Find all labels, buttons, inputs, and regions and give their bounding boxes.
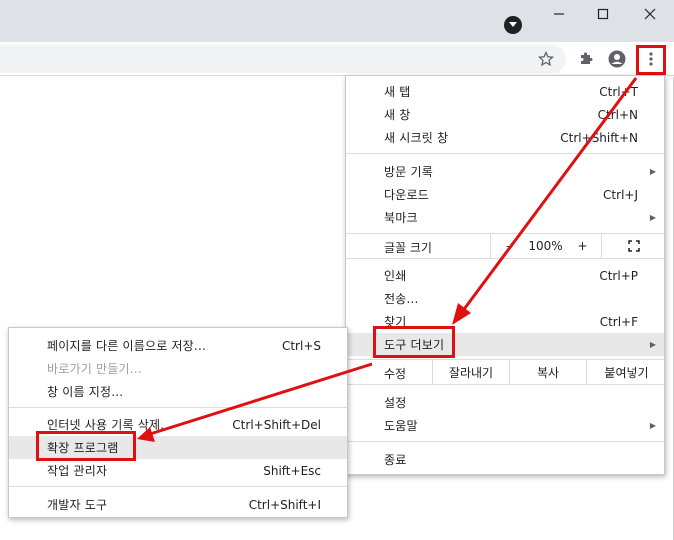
menu-item-exit[interactable]: 종료 [346,448,664,471]
fullscreen-icon [628,240,640,252]
title-bar [0,0,674,42]
zoom-label: 글꼴 크기 [384,241,432,255]
menu-item-label: 작업 관리자 [47,464,108,478]
submenu-item-task-manager[interactable]: 작업 관리자 Shift+Esc [9,459,347,482]
zoom-out-label: – [506,239,512,253]
close-window-button[interactable] [640,6,660,22]
zoom-value: 100% [528,239,563,253]
menu-item-settings[interactable]: 설정 [346,391,664,414]
menu-item-incognito[interactable]: 새 시크릿 창 Ctrl+Shift+N [346,126,664,149]
address-bar[interactable] [0,45,566,73]
minimize-icon [554,13,564,15]
menu-item-shortcut: Ctrl+Shift+Del [232,417,321,432]
browser-toolbar [0,42,674,76]
copy-label: 복사 [536,365,560,380]
zoom-in-button[interactable]: + [564,234,601,258]
submenu-arrow-icon: ▶ [649,167,656,176]
menu-item-shortcut: Ctrl+N [597,107,638,122]
menu-item-shortcut: Ctrl+Shift+N [560,130,638,145]
submenu-item-name-window[interactable]: 창 이름 지정... [9,380,347,403]
star-icon [538,51,554,67]
zoom-row: 글꼴 크기 – 100% + [346,234,664,258]
menu-item-shortcut: Ctrl+S [281,338,321,353]
submenu-item-dev-tools[interactable]: 개발자 도구 Ctrl+Shift+I [9,493,347,516]
annotation-box-more-tools [373,326,455,358]
menu-item-label: 새 시크릿 창 [384,131,449,145]
menu-item-shortcut: Ctrl+F [599,314,638,329]
minimize-button[interactable] [549,6,569,22]
menu-item-label: 북마크 [384,211,418,225]
menu-item-label: 도움말 [384,419,418,433]
menu-item-label: 바로가기 만들기... [47,362,142,376]
close-icon [644,8,656,20]
menu-item-shortcut: Ctrl+T [599,84,638,99]
submenu-item-create-shortcut: 바로가기 만들기... [9,357,347,380]
menu-item-label: 창 이름 지정... [47,385,124,399]
menu-item-print[interactable]: 인쇄 Ctrl+P [346,264,664,287]
zoom-level: 100% [527,234,564,258]
menu-item-label: 개발자 도구 [47,498,108,512]
chevron-down-icon [509,22,517,27]
menu-separator [9,407,347,408]
edit-row: 수정 잘라내기 복사 붙여넣기 [346,360,664,384]
edit-label: 수정 [384,367,407,381]
menu-item-history[interactable]: 방문 기록 ▶ [346,160,664,183]
menu-separator [346,153,664,154]
menu-item-label: 방문 기록 [384,165,433,179]
paste-label: 붙여넣기 [604,365,649,380]
zoom-in-label: + [577,239,588,253]
annotation-box-extensions [36,431,136,461]
menu-separator [9,486,347,487]
maximize-icon [597,8,609,20]
puzzle-icon [581,52,593,64]
menu-separator [346,384,664,385]
menu-item-label: 새 탭 [384,85,411,99]
profile-button[interactable] [606,48,628,70]
bookmark-star-button[interactable] [535,48,557,70]
menu-item-label: 페이지를 다른 이름으로 저장... [47,339,206,353]
maximize-button[interactable] [593,6,613,22]
more-tools-submenu: 페이지를 다른 이름으로 저장... Ctrl+S 바로가기 만들기... 창 … [8,327,348,518]
fullscreen-button[interactable] [601,234,666,258]
submenu-item-save-page[interactable]: 페이지를 다른 이름으로 저장... Ctrl+S [9,334,347,357]
submenu-arrow-icon: ▶ [649,340,656,349]
extensions-button[interactable] [575,48,597,70]
profile-dot-icon[interactable] [504,16,522,34]
cut-label: 잘라내기 [448,365,494,380]
submenu-arrow-icon: ▶ [649,213,656,222]
menu-separator [346,258,664,259]
menu-separator [346,441,664,442]
menu-item-new-window[interactable]: 새 창 Ctrl+N [346,103,664,126]
menu-item-shortcut: Shift+Esc [263,463,321,478]
menu-item-shortcut: Ctrl+P [599,268,638,283]
menu-item-help[interactable]: 도움말 ▶ [346,414,664,437]
menu-item-new-tab[interactable]: 새 탭 Ctrl+T [346,80,664,103]
menu-item-label: 인쇄 [384,269,407,283]
paste-button[interactable]: 붙여넣기 [586,360,666,384]
cut-button[interactable]: 잘라내기 [432,360,509,384]
copy-button[interactable]: 복사 [509,360,586,384]
menu-item-shortcut: Ctrl+J [603,187,638,202]
menu-item-cast[interactable]: 전송... [346,287,664,310]
menu-item-label: 다운로드 [384,188,429,202]
annotation-box-kebab [636,45,666,75]
menu-item-shortcut: Ctrl+Shift+I [248,497,321,512]
menu-item-label: 설정 [384,396,407,410]
menu-item-label: 종료 [384,453,407,467]
menu-item-downloads[interactable]: 다운로드 Ctrl+J [346,183,664,206]
menu-item-label: 전송... [384,292,419,306]
zoom-out-button[interactable]: – [490,234,527,258]
menu-item-label: 새 창 [384,108,411,122]
avatar-icon [608,50,626,68]
menu-item-bookmarks[interactable]: 북마크 ▶ [346,206,664,229]
chrome-main-menu: 새 탭 Ctrl+T 새 창 Ctrl+N 새 시크릿 창 Ctrl+Shift… [345,75,665,475]
submenu-arrow-icon: ▶ [649,421,656,430]
